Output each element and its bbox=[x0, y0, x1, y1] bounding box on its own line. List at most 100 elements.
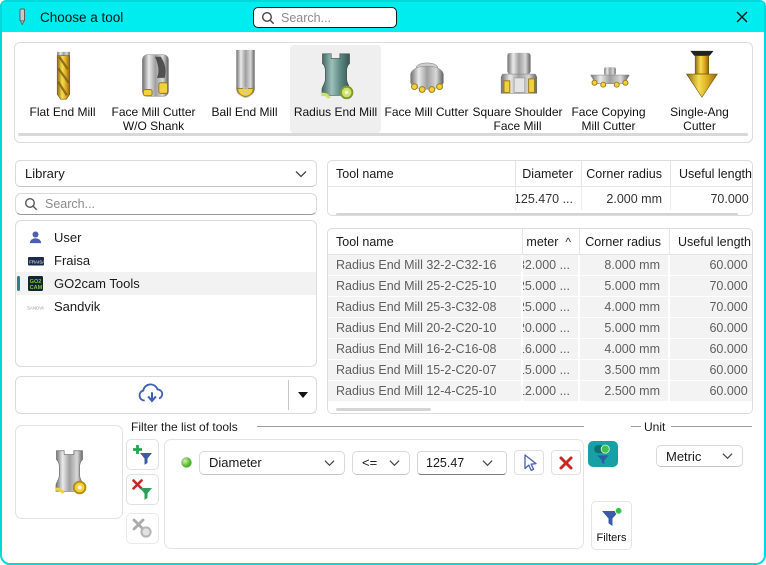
cell-tool-name: Radius End Mill 16-2-C16-08 bbox=[328, 339, 523, 359]
cell-diameter: 32.000 ... bbox=[523, 255, 580, 275]
choose-a-tool-dialog: Choose a tool Flat End Mill Face Mill Cu… bbox=[0, 0, 766, 565]
add-filter-button[interactable] bbox=[126, 439, 159, 470]
library-selector[interactable]: Library bbox=[15, 160, 317, 187]
library-item-go2cam-tools[interactable]: GO2CAM GO2cam Tools bbox=[16, 272, 316, 295]
cell-useful-length: 60.000 mm bbox=[670, 255, 753, 275]
tool-strip-scrollbar[interactable] bbox=[18, 133, 748, 136]
filter-value-input[interactable] bbox=[426, 456, 478, 470]
close-icon bbox=[736, 11, 748, 23]
table-row[interactable]: Radius End Mill 20-2-C20-10 20.000 ... 5… bbox=[328, 318, 752, 339]
cell-diameter: 125.470 ... bbox=[516, 187, 582, 210]
tool-type-radius-end-mill[interactable]: Radius End Mill bbox=[290, 45, 381, 133]
current-tool-row[interactable]: 125.470 ... 2.000 mm 70.000 mm bbox=[328, 187, 752, 210]
filter-field-select[interactable]: Diameter bbox=[199, 451, 345, 475]
cell-corner-radius: 8.000 mm bbox=[580, 255, 670, 275]
svg-text:SANDVIK: SANDVIK bbox=[27, 305, 44, 310]
cell-useful-length: 70.000 mm bbox=[670, 297, 753, 317]
column-header-corner-radius[interactable]: Corner radius bbox=[582, 161, 671, 186]
column-header-diameter-sorted[interactable]: meter ^ bbox=[523, 229, 580, 254]
svg-text:GO2: GO2 bbox=[30, 279, 42, 285]
filters-button[interactable]: Filters bbox=[591, 501, 632, 550]
download-options-dropdown[interactable] bbox=[290, 377, 316, 413]
remove-filter-button[interactable] bbox=[126, 474, 159, 505]
current-tool-table-header: Tool name Diameter Corner radius Useful … bbox=[328, 161, 752, 187]
search-icon bbox=[261, 11, 275, 25]
filters-funnel-icon bbox=[600, 507, 623, 529]
filter-conditions-panel: Diameter <= bbox=[164, 439, 584, 549]
filter-condition-row: Diameter <= bbox=[165, 440, 583, 475]
global-search-input[interactable] bbox=[281, 11, 389, 25]
tool-type-face-mill-cutter-wo-shank[interactable]: Face Mill Cutter W/O Shank bbox=[108, 45, 199, 133]
column-header-tool-name[interactable]: Tool name bbox=[328, 229, 523, 254]
current-tool-table-hscrollbar[interactable] bbox=[336, 213, 744, 216]
download-library-button[interactable] bbox=[15, 376, 317, 414]
tool-type-label: Single-Ang Cutter bbox=[670, 105, 729, 133]
filter-group-line bbox=[257, 426, 584, 427]
unit-select-value: Metric bbox=[666, 449, 701, 464]
download-button-main[interactable] bbox=[16, 377, 288, 413]
library-item-sandvik[interactable]: SANDVIK Sandvik bbox=[16, 295, 316, 318]
cell-useful-length: 70.000 mm bbox=[671, 187, 753, 210]
table-row[interactable]: Radius End Mill 12-4-C25-10 12.000 ... 2… bbox=[328, 381, 752, 402]
filter-active-led-icon bbox=[181, 457, 192, 468]
table-row[interactable]: Radius End Mill 16-2-C16-08 16.000 ... 4… bbox=[328, 339, 752, 360]
column-header-useful-length[interactable]: Useful length bbox=[671, 161, 753, 186]
close-button[interactable] bbox=[731, 6, 753, 28]
delete-condition-button[interactable] bbox=[551, 450, 581, 475]
search-icon bbox=[24, 197, 38, 211]
tool-type-square-shoulder-face-mill[interactable]: Square Shoulder Face Mill bbox=[472, 45, 563, 133]
library-search-box[interactable] bbox=[15, 193, 317, 215]
face-copying-mill-cutter-icon bbox=[581, 48, 637, 104]
global-search-box[interactable] bbox=[253, 7, 397, 28]
cell-corner-radius: 4.000 mm bbox=[580, 297, 670, 317]
table-row[interactable]: Radius End Mill 32-2-C32-16 32.000 ... 8… bbox=[328, 255, 752, 276]
cell-useful-length: 60.000 mm bbox=[670, 360, 753, 380]
tool-type-face-copying-mill-cutter[interactable]: Face Copying Mill Cutter bbox=[563, 45, 654, 133]
library-search-input[interactable] bbox=[45, 197, 308, 211]
cell-corner-radius: 5.000 mm bbox=[580, 276, 670, 296]
tool-type-flat-end-mill[interactable]: Flat End Mill bbox=[17, 45, 108, 133]
red-x-icon bbox=[559, 456, 573, 470]
go2cam-logo-icon: GO2CAM bbox=[27, 276, 44, 291]
table-row[interactable]: Radius End Mill 25-2-C25-10 25.000 ... 5… bbox=[328, 276, 752, 297]
unit-select[interactable]: Metric bbox=[656, 445, 743, 467]
cell-corner-radius: 4.000 mm bbox=[580, 339, 670, 359]
ball-end-mill-icon bbox=[217, 48, 273, 104]
tool-type-label: Square Shoulder Face Mill bbox=[472, 105, 562, 133]
results-table-hscrollbar[interactable] bbox=[336, 408, 744, 411]
tool-type-ball-end-mill[interactable]: Ball End Mill bbox=[199, 45, 290, 133]
library-item-user[interactable]: User bbox=[16, 226, 316, 249]
cell-corner-radius: 5.000 mm bbox=[580, 318, 670, 338]
user-filter-toggle-button[interactable] bbox=[588, 441, 618, 467]
column-header-useful-length[interactable]: Useful length bbox=[670, 229, 753, 254]
library-item-fraisa[interactable]: FRAISA Fraisa bbox=[16, 249, 316, 272]
clear-filter-disabled-icon bbox=[132, 518, 153, 539]
results-table-header: Tool name meter ^ Corner radius Useful l… bbox=[328, 229, 752, 255]
column-header-corner-radius[interactable]: Corner radius bbox=[580, 229, 670, 254]
cell-diameter: 25.000 ... bbox=[523, 297, 580, 317]
cell-tool-name: Radius End Mill 15-2-C20-07 bbox=[328, 360, 523, 380]
chevron-down-icon bbox=[324, 459, 335, 467]
tool-type-single-angle-cutter[interactable]: Single-Ang Cutter bbox=[654, 45, 745, 133]
unit-group-title: Unit bbox=[644, 420, 665, 434]
square-shoulder-face-mill-icon bbox=[490, 48, 546, 104]
filter-value-combo[interactable] bbox=[417, 451, 507, 475]
column-header-diameter[interactable]: Diameter bbox=[516, 161, 582, 186]
tool-results-table: Tool name meter ^ Corner radius Useful l… bbox=[327, 228, 753, 414]
titlebar: Choose a tool bbox=[2, 2, 764, 32]
tool-type-face-mill-cutter[interactable]: Face Mill Cutter bbox=[381, 45, 472, 133]
library-list: User FRAISA Fraisa GO2CAM GO2cam Tools S… bbox=[15, 220, 317, 367]
library-selector-value: Library bbox=[25, 166, 65, 181]
cell-tool-name: Radius End Mill 25-2-C25-10 bbox=[328, 276, 523, 296]
column-header-tool-name[interactable]: Tool name bbox=[328, 161, 516, 186]
clear-filters-button-disabled[interactable] bbox=[126, 513, 159, 544]
library-item-label: GO2cam Tools bbox=[54, 276, 140, 291]
table-row[interactable]: Radius End Mill 15-2-C20-07 15.000 ... 3… bbox=[328, 360, 752, 381]
flat-end-mill-icon bbox=[35, 48, 91, 104]
table-row[interactable]: Radius End Mill 25-3-C32-08 25.000 ... 4… bbox=[328, 297, 752, 318]
filter-operator-select[interactable]: <= bbox=[352, 451, 410, 475]
pointer-cursor-icon bbox=[521, 454, 537, 471]
add-filter-icon bbox=[132, 444, 153, 465]
tool-type-label: Face Mill Cutter bbox=[384, 105, 468, 119]
pick-value-button[interactable] bbox=[514, 450, 544, 475]
